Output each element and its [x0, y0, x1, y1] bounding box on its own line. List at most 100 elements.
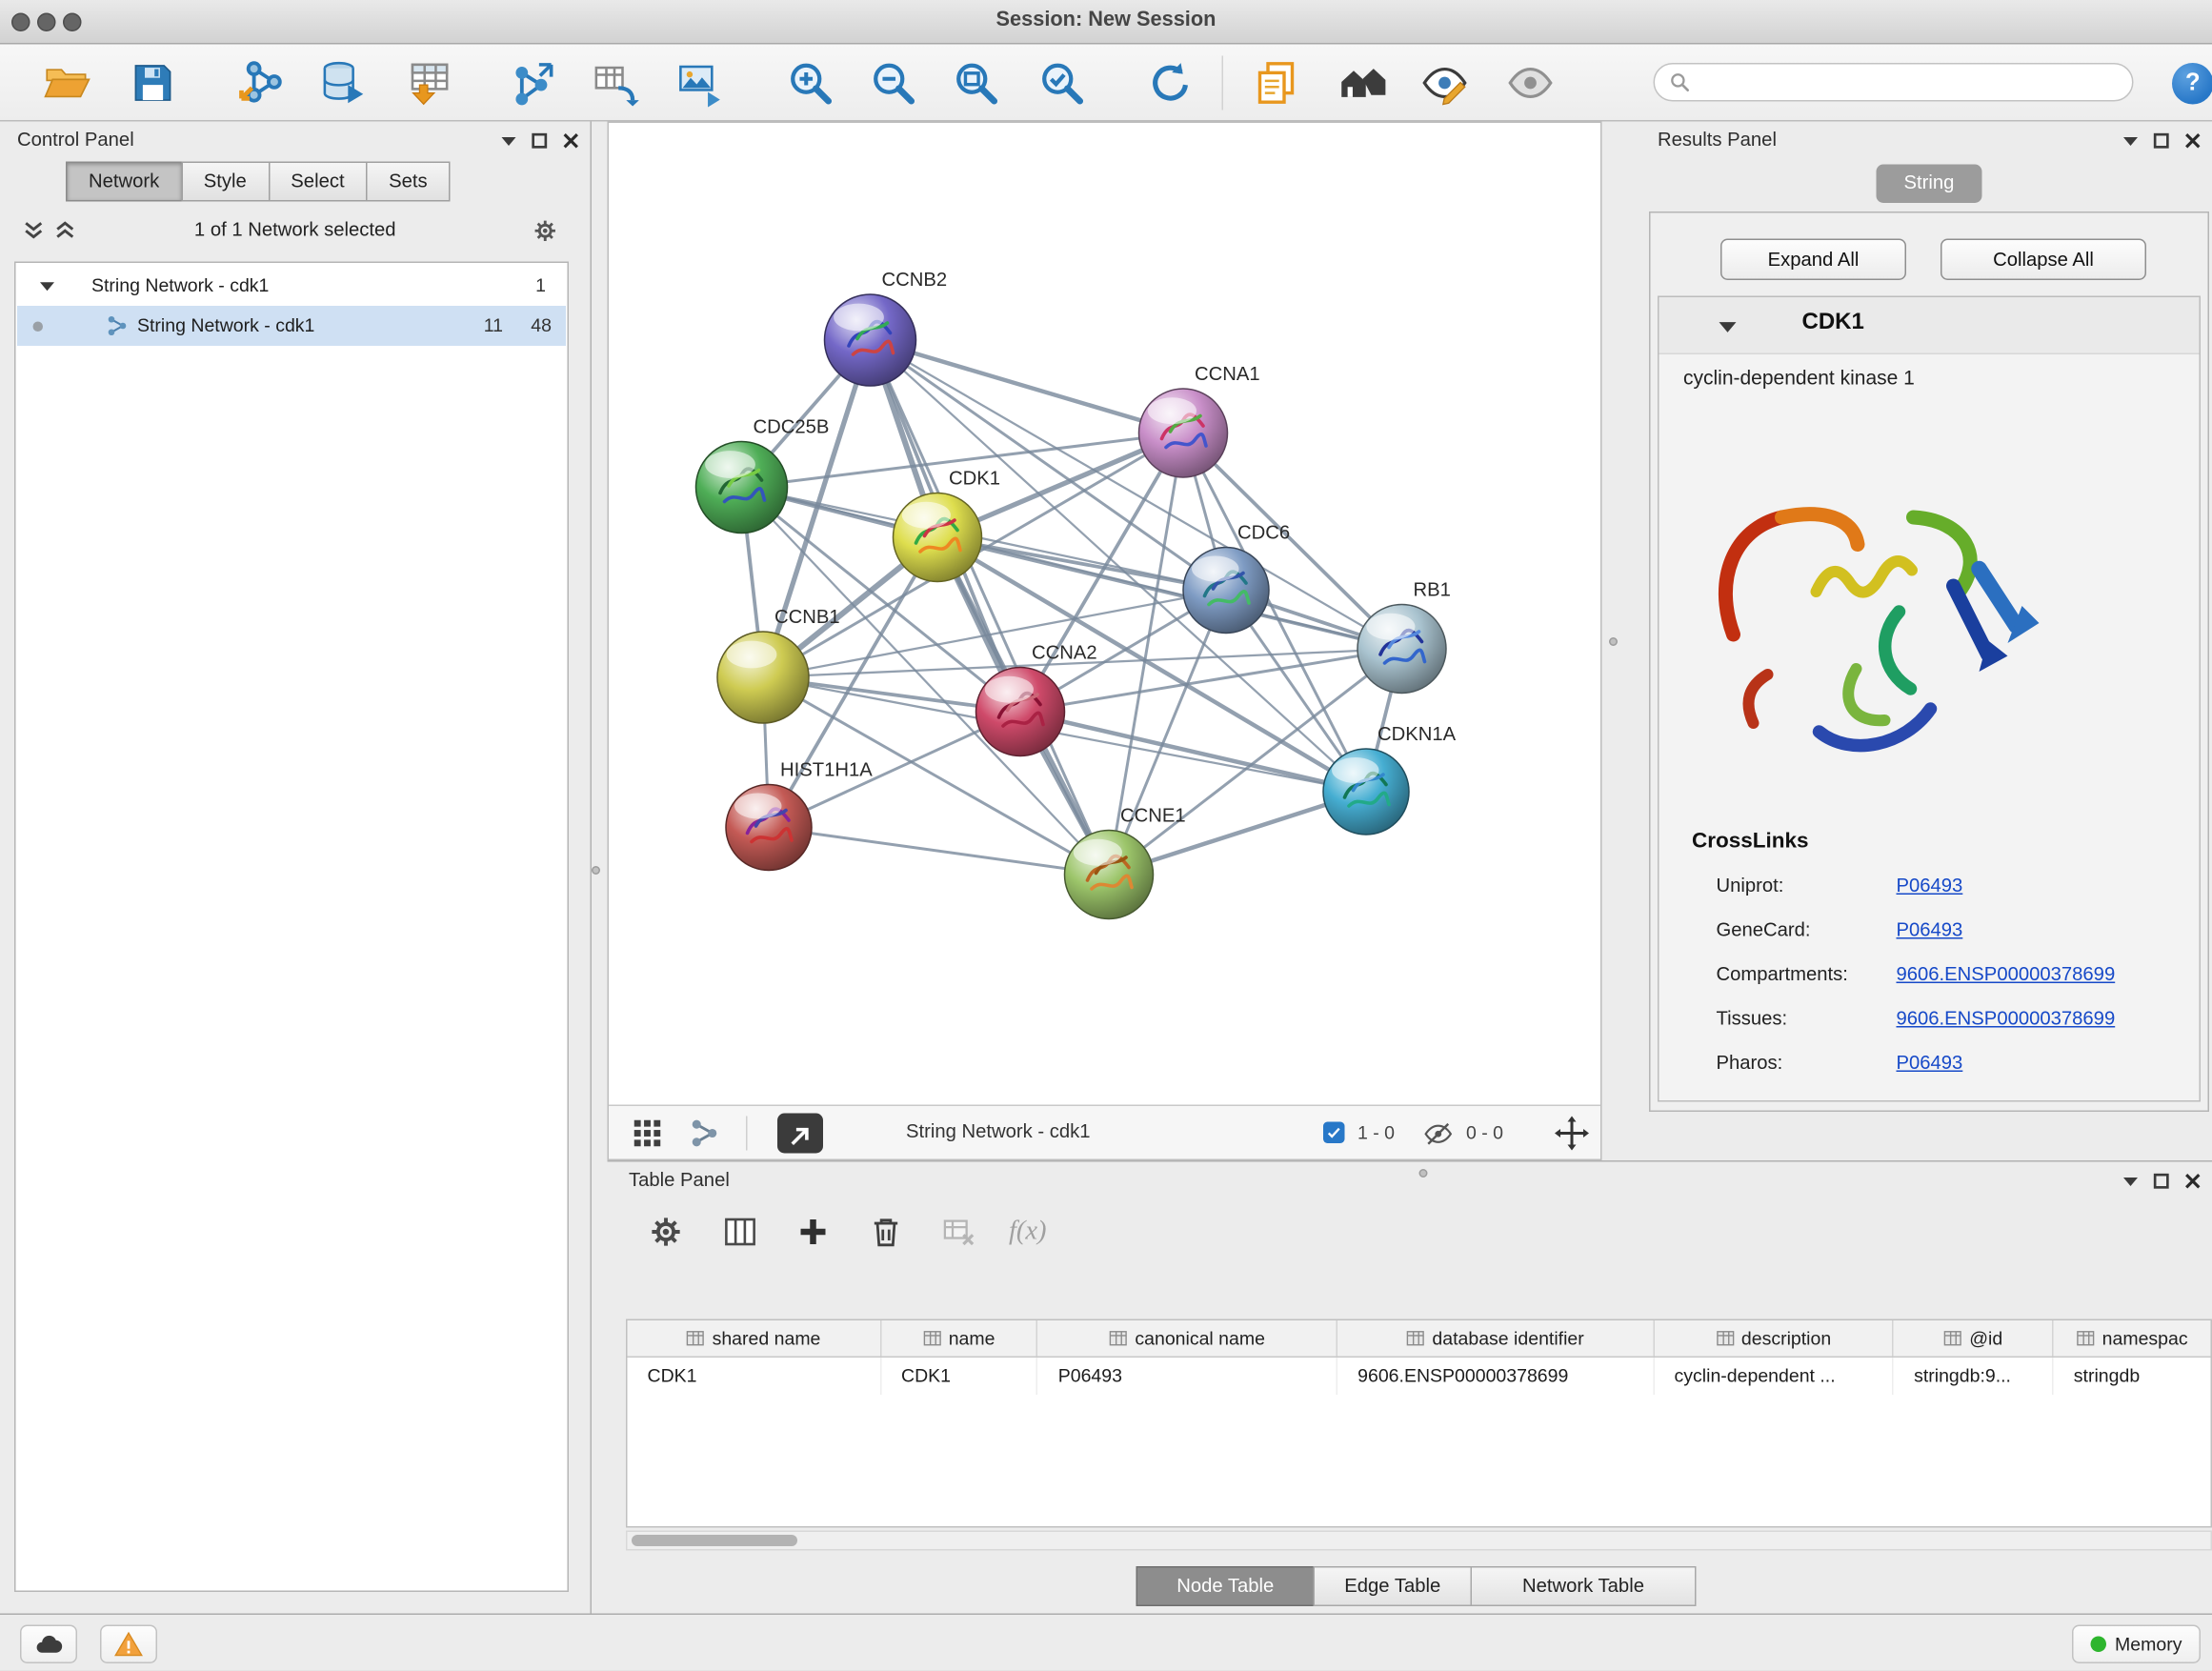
apply-layout-icon[interactable] [1146, 59, 1195, 108]
expand-all-button[interactable]: Expand All [1720, 239, 1906, 281]
show-columns-icon[interactable] [722, 1214, 759, 1251]
tab-edge-table[interactable]: Edge Table [1314, 1566, 1473, 1606]
crosslink-link[interactable]: 9606.ENSP00000378699 [1897, 1008, 2116, 1030]
cell-shared-name[interactable]: CDK1 [628, 1358, 882, 1395]
network-node-CCNB1[interactable] [717, 632, 809, 723]
help-button[interactable]: ? [2172, 63, 2212, 105]
zoom-selected-icon[interactable] [1037, 59, 1086, 108]
network-node-CDK1[interactable] [894, 493, 982, 582]
cell-canonical-name[interactable]: P06493 [1038, 1358, 1337, 1395]
fit-content-icon[interactable] [1555, 1117, 1589, 1151]
network-row-selected[interactable]: String Network - cdk1 11 48 [17, 306, 566, 346]
network-edge[interactable] [1020, 712, 1366, 792]
splitter-handle[interactable] [592, 866, 600, 875]
add-column-icon[interactable] [794, 1214, 832, 1251]
protein-card-header[interactable]: CDK1 [1659, 297, 2200, 354]
panel-close-icon[interactable] [563, 133, 579, 150]
crosslink-link[interactable]: P06493 [1897, 875, 1963, 896]
table-settings-gear-icon[interactable] [648, 1214, 685, 1251]
zoom-out-icon[interactable] [869, 59, 917, 108]
collapse-all-button[interactable]: Collapse All [1941, 239, 2146, 281]
export-image-icon[interactable] [674, 59, 723, 108]
network-node-CCNA2[interactable] [976, 668, 1065, 756]
memory-button[interactable]: Memory [2072, 1625, 2201, 1664]
warnings-button[interactable] [100, 1625, 157, 1664]
network-edge[interactable] [1109, 591, 1226, 876]
hide-panel-icon[interactable] [1420, 59, 1469, 108]
column-header-database-identifier[interactable]: database identifier [1337, 1320, 1654, 1357]
network-node-CDC25B[interactable] [696, 442, 788, 534]
panel-collapse-icon[interactable] [502, 136, 516, 145]
column-header-canonical-name[interactable]: canonical name [1038, 1320, 1337, 1357]
new-network-from-table-icon[interactable] [591, 59, 639, 108]
delete-column-icon[interactable] [868, 1214, 905, 1251]
show-panel-icon[interactable] [1506, 59, 1555, 108]
zoom-fit-icon[interactable] [952, 59, 1000, 108]
network-edge[interactable] [871, 340, 1110, 875]
cell-name[interactable]: CDK1 [881, 1358, 1038, 1395]
open-in-new-window-button[interactable] [777, 1114, 823, 1154]
network-node-CCNA1[interactable] [1139, 389, 1228, 477]
section-collapse-icon[interactable] [1719, 322, 1737, 333]
splitter-handle[interactable] [1419, 1169, 1428, 1178]
crosslink-link[interactable]: 9606.ENSP00000378699 [1897, 963, 2116, 985]
panel-float-icon[interactable] [2154, 1174, 2170, 1190]
network-node-CCNE1[interactable] [1065, 831, 1154, 919]
network-edge[interactable] [763, 591, 1226, 678]
network-node-CCNB2[interactable] [825, 294, 916, 386]
search-box[interactable] [1654, 63, 2134, 102]
network-node-RB1[interactable] [1357, 605, 1446, 694]
network-node-HIST1H1A[interactable] [726, 785, 812, 871]
tree-expand-icon[interactable] [40, 282, 54, 292]
cloud-status-button[interactable] [20, 1625, 77, 1664]
panel-collapse-icon[interactable] [2123, 1177, 2138, 1185]
crosslink-link[interactable]: P06493 [1897, 1052, 1963, 1074]
cell-description[interactable]: cyclin-dependent ... [1655, 1358, 1895, 1395]
save-session-icon[interactable] [129, 59, 177, 108]
tab-style[interactable]: Style [181, 162, 270, 202]
crosslink-link[interactable]: P06493 [1897, 919, 1963, 941]
cell-database-identifier[interactable]: 9606.ENSP00000378699 [1337, 1358, 1654, 1395]
birds-eye-icon[interactable] [1337, 59, 1386, 108]
column-header-name[interactable]: name [881, 1320, 1038, 1357]
tab-network[interactable]: Network [66, 162, 182, 202]
string-results-tab[interactable]: String [1877, 165, 1982, 204]
network-edge[interactable] [871, 340, 1184, 433]
panel-float-icon[interactable] [532, 133, 548, 150]
tab-network-table[interactable]: Network Table [1471, 1566, 1697, 1606]
panel-float-icon[interactable] [2154, 133, 2170, 150]
column-header-namespace[interactable]: namespac [2054, 1320, 2211, 1357]
network-node-CDKN1A[interactable] [1323, 749, 1409, 835]
panel-collapse-icon[interactable] [2123, 136, 2138, 145]
network-node-CDC6[interactable] [1183, 548, 1269, 634]
tab-sets[interactable]: Sets [366, 162, 451, 202]
import-network-from-database-icon[interactable] [319, 59, 368, 108]
cell-namespace[interactable]: stringdb [2054, 1358, 2211, 1395]
new-network-icon[interactable] [509, 59, 557, 108]
column-header-id[interactable]: @id [1894, 1320, 2054, 1357]
table-row[interactable]: CDK1 CDK1 P06493 9606.ENSP00000378699 cy… [628, 1358, 2211, 1395]
zoom-in-icon[interactable] [786, 59, 835, 108]
selected-checkbox[interactable] [1323, 1122, 1345, 1144]
column-header-shared-name[interactable]: shared name [628, 1320, 882, 1357]
tab-node-table[interactable]: Node Table [1136, 1566, 1316, 1606]
column-header-description[interactable]: description [1655, 1320, 1895, 1357]
duplicate-icon[interactable] [1252, 59, 1300, 108]
network-canvas[interactable]: CCNB2CCNA1CDC25BCDK1CDC6RB1CCNB1CCNA2CDK… [609, 123, 1600, 1106]
cell-id[interactable]: stringdb:9... [1894, 1358, 2054, 1395]
network-collection-row[interactable]: String Network - cdk1 1 [17, 268, 566, 307]
open-session-icon[interactable] [43, 59, 91, 108]
search-input[interactable] [1699, 71, 2119, 93]
network-edge[interactable] [769, 828, 1109, 876]
panel-close-icon[interactable] [2185, 1174, 2202, 1190]
grid-view-icon[interactable] [632, 1117, 663, 1149]
panel-close-icon[interactable] [2185, 133, 2202, 150]
splitter-handle[interactable] [1609, 637, 1618, 646]
network-list-icon[interactable] [689, 1117, 720, 1149]
import-network-from-file-icon[interactable] [236, 59, 285, 108]
gear-icon[interactable] [532, 217, 559, 245]
scrollbar-thumb[interactable] [632, 1535, 797, 1546]
horizontal-scrollbar[interactable] [626, 1531, 2212, 1551]
network-view[interactable]: CCNB2CCNA1CDC25BCDK1CDC6RB1CCNB1CCNA2CDK… [608, 122, 1602, 1161]
tab-select[interactable]: Select [268, 162, 367, 202]
